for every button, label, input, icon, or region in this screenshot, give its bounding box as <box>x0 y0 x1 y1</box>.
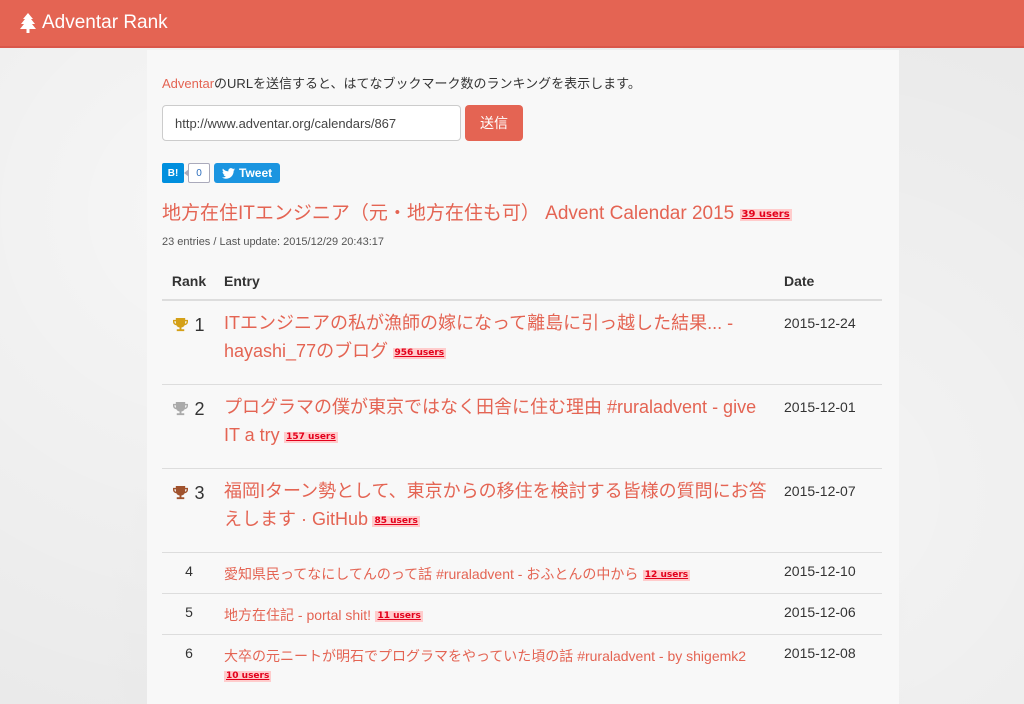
rank-cell: 6 <box>162 633 216 693</box>
hatena-users-badge[interactable]: 12 users <box>642 569 691 581</box>
table-row: 3 福岡Iターン勢として、東京からの移住を検討する皆様の質問にお答えします · … <box>162 467 882 552</box>
main-panel: AdventarのURLを送信すると、はてなブックマーク数のランキングを表示しま… <box>147 50 899 704</box>
date-cell: 2015-12-08 <box>776 633 882 693</box>
tweet-button[interactable]: Tweet <box>214 163 281 183</box>
hatena-users-badge[interactable]: 10 users <box>224 670 272 682</box>
brand-link[interactable]: Adventar Rank <box>20 12 168 34</box>
hatena-users-badge[interactable]: 956 users <box>392 348 447 359</box>
table-row: 1 ITエンジニアの私が漁師の嫁になって離島に引っ越した結果... - haya… <box>162 299 882 384</box>
rank-number: 2 <box>194 398 205 419</box>
entry-link[interactable]: 福岡Iターン勢として、東京からの移住を検討する皆様の質問にお答えします · Gi… <box>224 481 767 529</box>
share-buttons: B! 0 Tweet <box>162 163 281 183</box>
hatena-users-badge[interactable]: 39 users <box>739 209 792 221</box>
calendar-title: 地方在住ITエンジニア（元・地方在住も可） Advent Calendar 20… <box>162 201 792 227</box>
rank-cell: 2 <box>162 383 216 468</box>
entry-link[interactable]: ITエンジニアの私が漁師の嫁になって離島に引っ越した結果... - hayash… <box>224 313 733 361</box>
navbar: Adventar Rank <box>0 0 1024 48</box>
calendar-url-input[interactable] <box>162 105 461 141</box>
table-row: 5 地方在住記 - portal shit! 11 users 2015-12-… <box>162 592 882 634</box>
table-header-row: Rank Entry Date <box>162 262 882 301</box>
rank-number: 1 <box>194 315 205 335</box>
entry-cell: プログラマの僕が東京ではなく田舎に住む理由 #ruraladvent - giv… <box>216 383 776 468</box>
hatena-count[interactable]: 0 <box>184 163 210 183</box>
intro-description: のURLを送信すると、はてなブックマーク数のランキングを表示します。 <box>214 76 641 91</box>
table-row: 4 愛知県民ってなにしてんのって話 #ruraladvent - おふとんの中か… <box>162 551 882 593</box>
tweet-label: Tweet <box>239 166 273 180</box>
intro-text: AdventarのURLを送信すると、はてなブックマーク数のランキングを表示しま… <box>162 75 641 93</box>
entry-header: Entry <box>216 262 776 301</box>
rank-cell: 1 <box>162 299 216 384</box>
date-header: Date <box>776 262 882 301</box>
trophy-bronze-icon <box>173 485 189 499</box>
date-cell: 2015-12-24 <box>776 299 882 384</box>
rank-cell: 5 <box>162 592 216 634</box>
date-cell: 2015-12-01 <box>776 383 882 468</box>
hatena-users-badge[interactable]: 157 users <box>284 431 338 443</box>
date-cell: 2015-12-10 <box>776 551 882 593</box>
hatena-bookmark-button[interactable]: B! <box>162 163 184 183</box>
rank-header: Rank <box>162 262 216 301</box>
date-cell: 2015-12-06 <box>776 592 882 634</box>
brand-title: Adventar Rank <box>42 12 168 33</box>
twitter-bird-icon <box>222 167 235 179</box>
table-row: 2 プログラマの僕が東京ではなく田舎に住む理由 #ruraladvent - g… <box>162 383 882 468</box>
adventar-link[interactable]: Adventar <box>162 76 214 91</box>
submit-button[interactable]: 送信 <box>465 105 523 141</box>
rank-cell: 4 <box>162 551 216 593</box>
entry-cell: 大卒の元ニートが明石でプログラマをやっていた頃の話 #ruraladvent -… <box>216 633 776 693</box>
calendar-meta: 23 entries / Last update: 2015/12/29 20:… <box>162 236 385 248</box>
rank-number: 3 <box>194 482 205 503</box>
entry-link[interactable]: 大卒の元ニートが明石でプログラマをやっていた頃の話 #ruraladvent -… <box>224 648 746 664</box>
table-row: 6 大卒の元ニートが明石でプログラマをやっていた頃の話 #ruraladvent… <box>162 633 882 693</box>
entry-link[interactable]: 愛知県民ってなにしてんのって話 #ruraladvent - おふとんの中から <box>224 566 638 582</box>
trophy-silver-icon <box>173 401 189 415</box>
tree-icon <box>20 13 36 33</box>
entry-cell: 愛知県民ってなにしてんのって話 #ruraladvent - おふとんの中から … <box>216 551 776 593</box>
ranking-table: Rank Entry Date 1 ITエンジニアの私が漁師の嫁になって離島に引… <box>162 262 882 693</box>
calendar-title-link[interactable]: 地方在住ITエンジニア（元・地方在住も可） Advent Calendar 20… <box>162 203 734 224</box>
hatena-users-badge[interactable]: 11 users <box>375 610 423 622</box>
trophy-gold-icon <box>173 317 189 332</box>
date-cell: 2015-12-07 <box>776 467 882 552</box>
entry-cell: 福岡Iターン勢として、東京からの移住を検討する皆様の質問にお答えします · Gi… <box>216 467 776 552</box>
entry-link[interactable]: 地方在住記 - portal shit! <box>224 607 371 623</box>
hatena-users-badge[interactable]: 85 users <box>372 515 420 527</box>
entry-cell: 地方在住記 - portal shit! 11 users <box>216 592 776 634</box>
rank-cell: 3 <box>162 467 216 552</box>
entry-cell: ITエンジニアの私が漁師の嫁になって離島に引っ越した結果... - hayash… <box>216 299 776 384</box>
